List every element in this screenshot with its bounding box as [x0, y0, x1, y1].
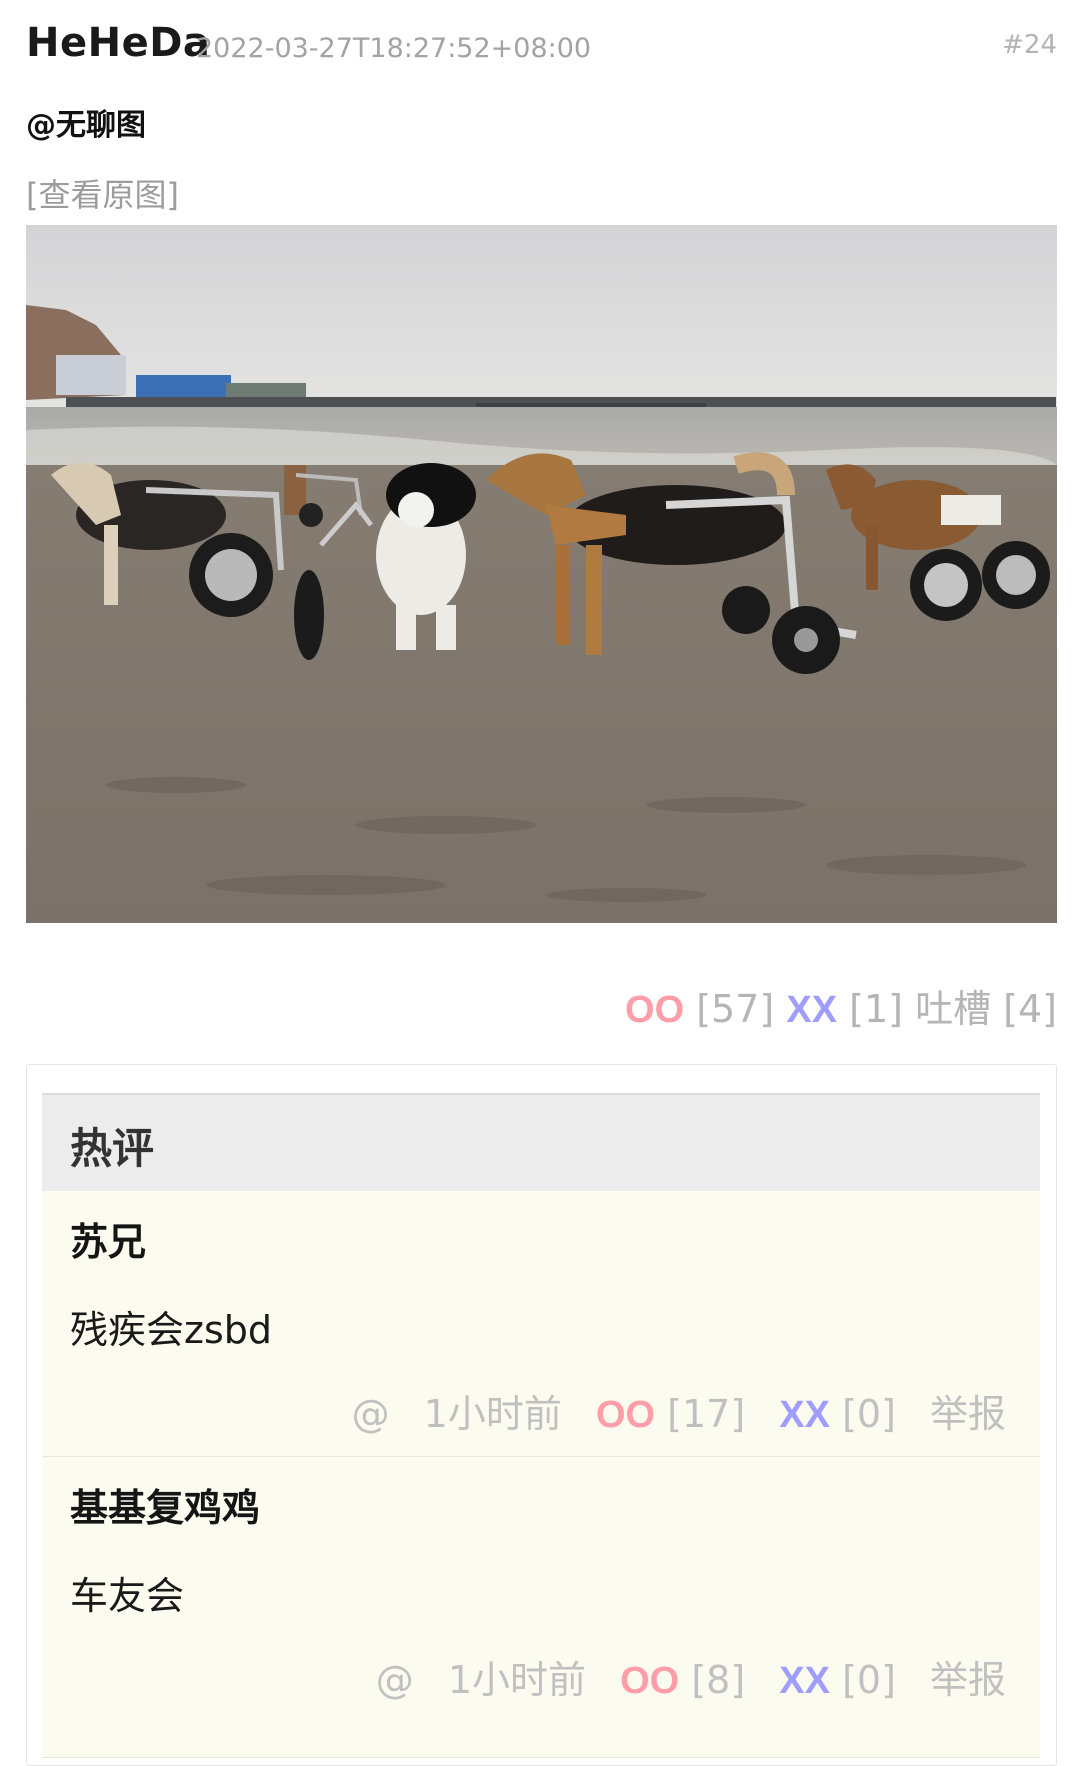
comment-xx-count: [0]: [842, 1392, 896, 1436]
comment-meta: @ 1小时前 OO [17] XX [0] 举报: [352, 1383, 1006, 1438]
hot-comments-panel: 热评 苏兄 残疾会zsbd @ 1小时前 OO [17] XX [0] 举报 基…: [26, 1064, 1057, 1766]
post-vote-bar: OO [57] XX [1] 吐槽 [4]: [625, 978, 1057, 1033]
post: HeHeDa 2022-03-27T18:27:52+08:00 #24 @无聊…: [26, 0, 1057, 1031]
comment-author[interactable]: 苏兄: [70, 1211, 146, 1266]
post-author[interactable]: HeHeDa: [26, 20, 210, 66]
comment-oo-button[interactable]: OO: [620, 1660, 679, 1702]
comment-item: 苏兄 残疾会zsbd @ 1小时前 OO [17] XX [0] 举报: [42, 1191, 1040, 1457]
comment-time: 1小时前: [423, 1392, 562, 1436]
hot-comments-header: 热评: [42, 1093, 1040, 1191]
post-header: HeHeDa 2022-03-27T18:27:52+08:00 #24: [26, 0, 1057, 90]
comment-oo-count: [8]: [691, 1658, 746, 1702]
oo-vote-button[interactable]: OO: [625, 989, 684, 1031]
comment-oo-button[interactable]: OO: [596, 1394, 655, 1436]
report-button[interactable]: 举报: [930, 1658, 1006, 1702]
comment-xx-count: [0]: [842, 1658, 896, 1702]
comment-author[interactable]: 基基复鸡鸡: [70, 1477, 260, 1532]
oo-vote-count: [57]: [696, 987, 775, 1031]
tucao-button[interactable]: 吐槽: [915, 987, 991, 1031]
comment-oo-count: [17]: [667, 1392, 746, 1436]
xx-vote-count: [1]: [849, 987, 903, 1031]
hot-comments-title: 热评: [70, 1124, 155, 1173]
comment-xx-button[interactable]: XX: [779, 1660, 830, 1702]
post-timestamp: 2022-03-27T18:27:52+08:00: [196, 33, 592, 64]
report-button[interactable]: 举报: [930, 1392, 1006, 1436]
post-photo[interactable]: [26, 225, 1057, 923]
comment-text: 残疾会zsbd: [70, 1308, 272, 1352]
hot-comments-list: 热评 苏兄 残疾会zsbd @ 1小时前 OO [17] XX [0] 举报 基…: [42, 1093, 1040, 1758]
comment-xx-button[interactable]: XX: [779, 1394, 830, 1436]
comment-time: 1小时前: [447, 1658, 587, 1702]
reply-button[interactable]: @: [376, 1658, 414, 1702]
comment-meta: @ 1小时前 OO [8] XX [0] 举报: [376, 1649, 1006, 1704]
view-original-link[interactable]: [查看原图]: [26, 170, 179, 216]
dog-wheelchairs-beach-photo: [26, 225, 1057, 923]
post-mention: @无聊图: [26, 108, 146, 143]
comment-text: 车友会: [70, 1574, 185, 1618]
post-number[interactable]: #24: [1002, 30, 1057, 60]
xx-vote-button[interactable]: XX: [786, 989, 837, 1031]
comment-item: 基基复鸡鸡 车友会 @ 1小时前 OO [8] XX [0] 举报: [42, 1457, 1040, 1758]
tucao-count: [4]: [1003, 987, 1057, 1031]
reply-button[interactable]: @: [352, 1392, 390, 1436]
